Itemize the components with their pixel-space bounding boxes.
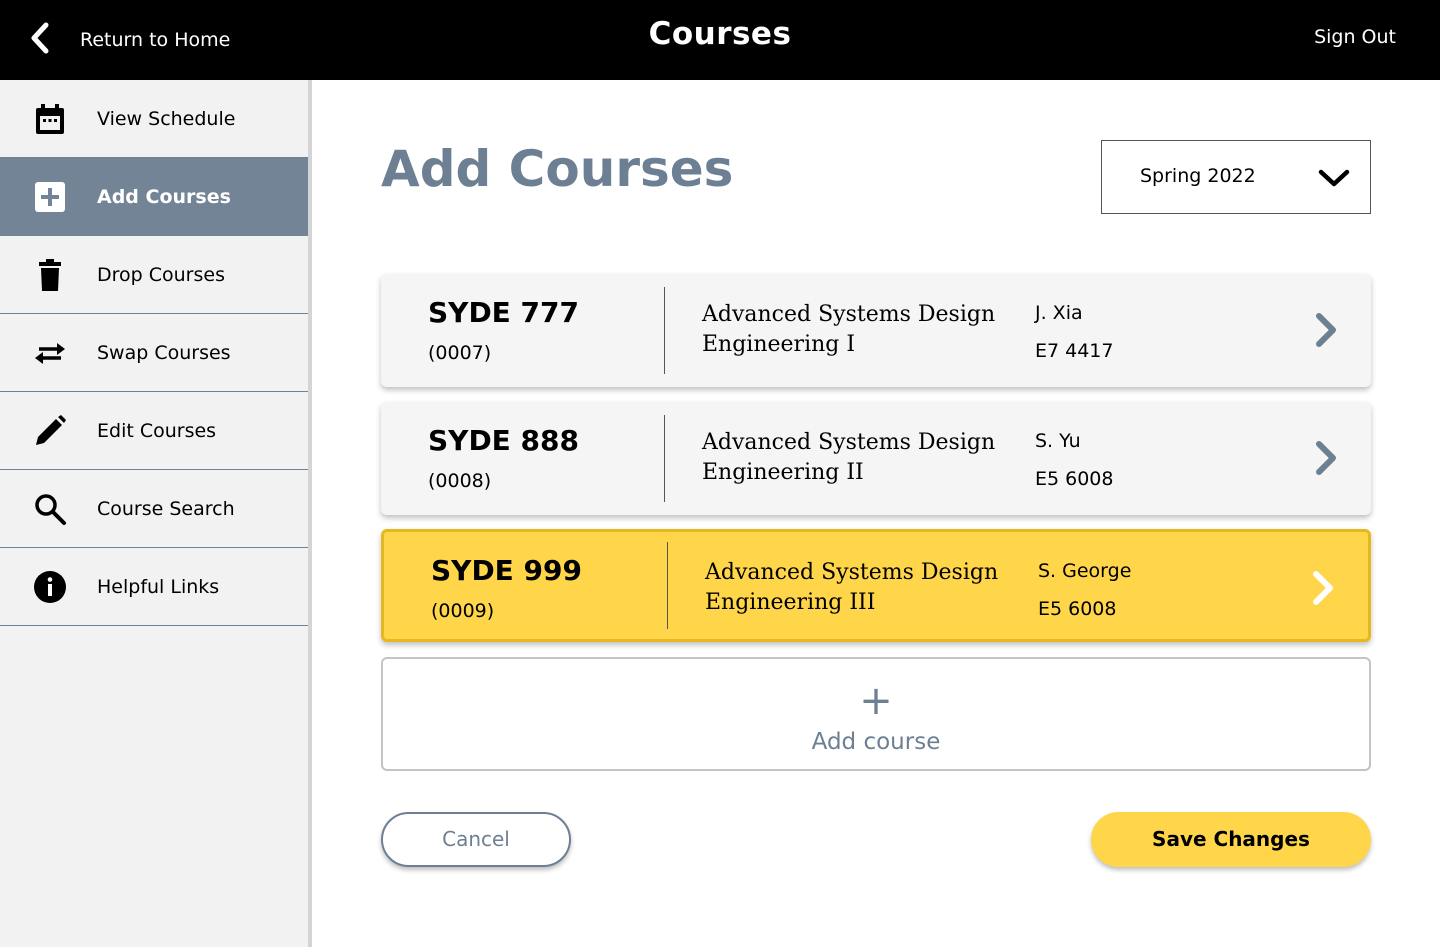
course-name: Advanced Systems Design Engineering I: [702, 300, 1022, 360]
chevron-left-icon: [26, 21, 54, 59]
course-instructor: S. George: [1038, 560, 1132, 582]
return-home-button[interactable]: Return to Home: [26, 20, 230, 60]
search-icon: [32, 491, 68, 527]
course-name: Advanced Systems Design Engineering II: [702, 428, 1022, 488]
course-section: (0009): [431, 600, 495, 622]
sign-out-button[interactable]: Sign Out: [1314, 26, 1396, 48]
course-name-line1: Advanced Systems Design: [705, 560, 999, 585]
term-dropdown-value: Spring 2022: [1140, 165, 1256, 187]
course-name: Advanced Systems Design Engineering III: [705, 558, 1025, 618]
course-instructor: S. Yu: [1035, 430, 1081, 452]
sidebar-item-label: Helpful Links: [97, 575, 220, 598]
course-room: E5 6008: [1038, 598, 1117, 620]
sidebar-item-swap-courses[interactable]: Swap Courses: [0, 314, 308, 392]
course-name-line1: Advanced Systems Design: [702, 302, 996, 327]
add-course-button[interactable]: + Add course: [381, 657, 1371, 771]
course-name-line2: Engineering III: [705, 590, 876, 615]
plus-icon: +: [859, 678, 893, 724]
sidebar-item-edit-courses[interactable]: Edit Courses: [0, 392, 308, 470]
chevron-right-icon: [1309, 438, 1343, 478]
course-section: (0007): [428, 342, 492, 364]
add-course-label: Add course: [811, 729, 941, 755]
sidebar-item-course-search[interactable]: Course Search: [0, 470, 308, 548]
course-code: SYDE 777: [428, 296, 580, 329]
course-name-line1: Advanced Systems Design: [702, 430, 996, 455]
course-room: E5 6008: [1035, 468, 1114, 490]
sidebar-item-label: Drop Courses: [97, 263, 225, 286]
main-content: Add Courses Spring 2022 SYDE 777 (0007) …: [316, 80, 1440, 947]
term-dropdown[interactable]: Spring 2022: [1101, 140, 1371, 214]
sidebar-item-label: Edit Courses: [97, 419, 217, 442]
course-card[interactable]: SYDE 777 (0007) Advanced Systems Design …: [381, 274, 1371, 387]
chevron-right-icon: [1306, 568, 1340, 608]
course-section: (0008): [428, 470, 492, 492]
course-card[interactable]: SYDE 888 (0008) Advanced Systems Design …: [381, 402, 1371, 515]
course-name-line2: Engineering I: [702, 332, 856, 357]
sidebar: View Schedule Add Courses Drop Courses S…: [0, 80, 312, 947]
sidebar-item-view-schedule[interactable]: View Schedule: [0, 80, 308, 158]
chevron-right-icon: [1309, 310, 1343, 350]
course-room: E7 4417: [1035, 340, 1114, 362]
save-changes-button[interactable]: Save Changes: [1091, 812, 1371, 867]
card-divider: [664, 415, 665, 502]
swap-arrows-icon: [32, 335, 68, 371]
course-code: SYDE 888: [428, 424, 580, 457]
sidebar-item-label: Swap Courses: [97, 341, 231, 364]
sidebar-item-label: Add Courses: [97, 185, 231, 208]
sidebar-item-drop-courses[interactable]: Drop Courses: [0, 236, 308, 314]
trash-icon: [32, 257, 68, 293]
card-divider: [664, 287, 665, 374]
course-name-line2: Engineering II: [702, 460, 864, 485]
plus-box-icon: [32, 179, 68, 215]
sidebar-item-add-courses[interactable]: Add Courses: [0, 158, 308, 236]
return-home-label: Return to Home: [80, 29, 231, 51]
top-bar: Return to Home Courses Sign Out: [0, 0, 1440, 80]
course-instructor: J. Xia: [1035, 302, 1083, 324]
sidebar-item-label: View Schedule: [97, 107, 236, 130]
page-title: Add Courses: [381, 140, 734, 198]
cancel-button[interactable]: Cancel: [381, 812, 571, 867]
sidebar-item-helpful-links[interactable]: Helpful Links: [0, 548, 308, 626]
pencil-icon: [32, 413, 68, 449]
card-divider: [667, 542, 668, 629]
course-code: SYDE 999: [431, 554, 583, 587]
sidebar-item-label: Course Search: [97, 497, 235, 520]
info-icon: [32, 569, 68, 605]
course-card-selected[interactable]: SYDE 999 (0009) Advanced Systems Design …: [381, 529, 1371, 642]
calendar-icon: [32, 101, 68, 137]
